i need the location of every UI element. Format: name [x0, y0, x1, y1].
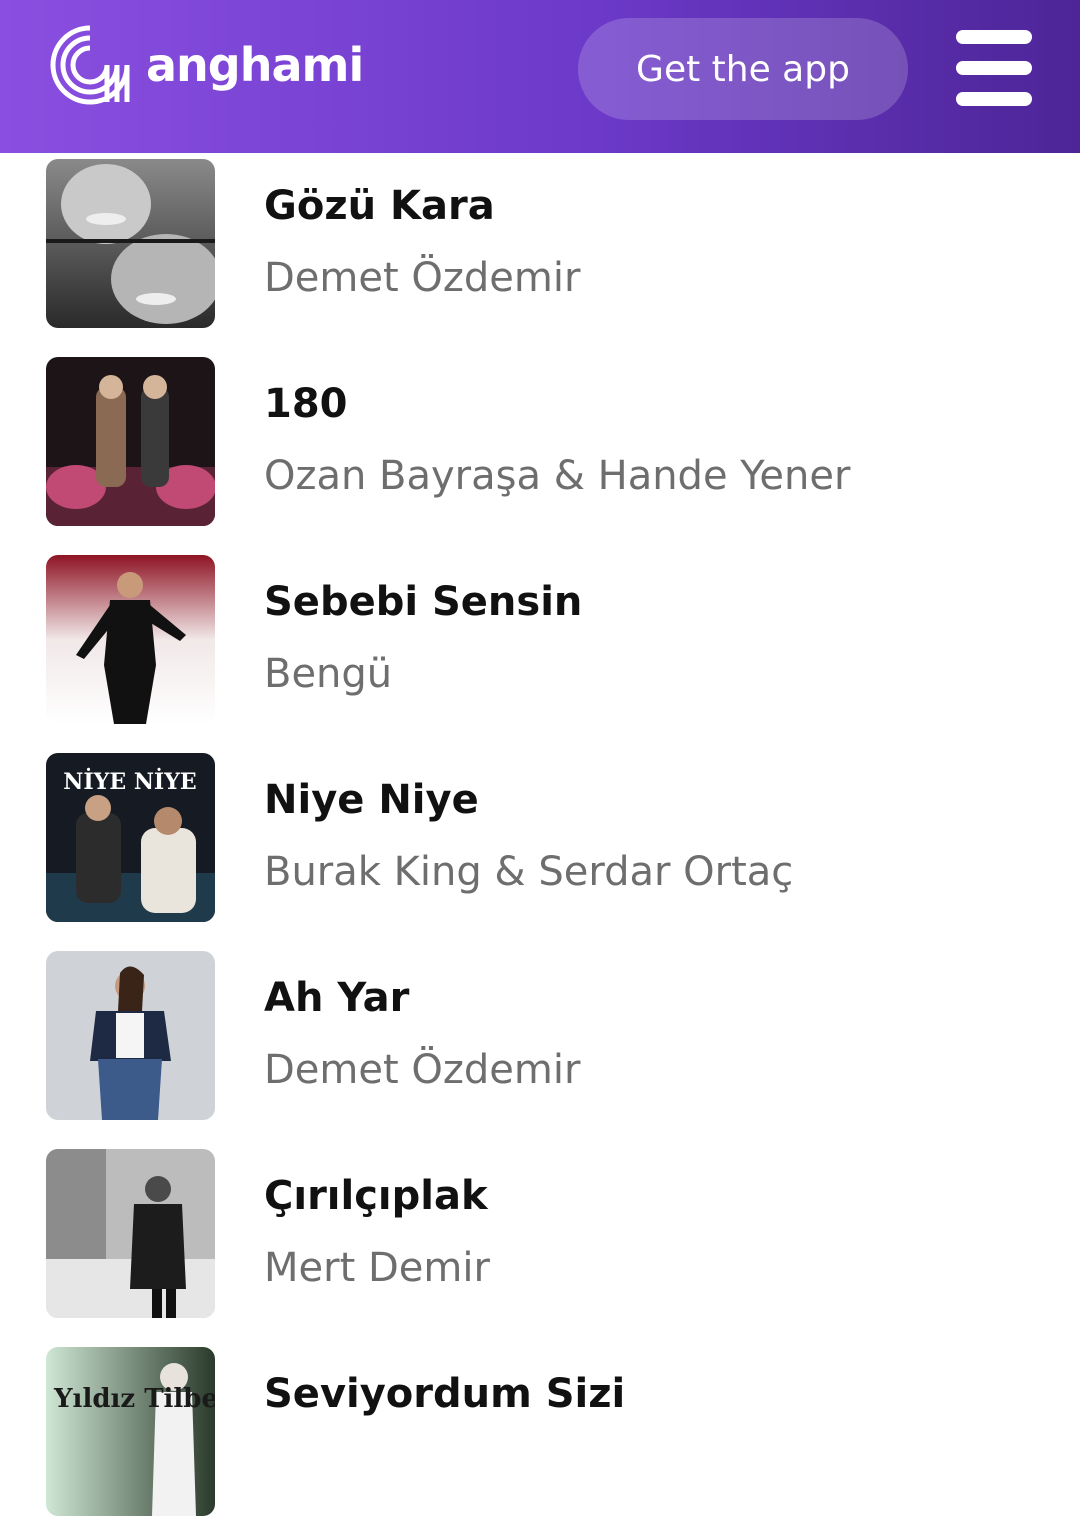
- song-title[interactable]: Ah Yar: [264, 975, 409, 1021]
- song-title[interactable]: Gözü Kara: [264, 183, 495, 229]
- album-cover: [46, 951, 215, 1120]
- song-title[interactable]: Seviyordum Sizi: [264, 1371, 625, 1417]
- song-row[interactable]: Gözü Kara Demet Özdemir: [0, 153, 1080, 351]
- song-title[interactable]: Niye Niye: [264, 777, 479, 823]
- anghami-logo-icon: [50, 25, 130, 105]
- song-row[interactable]: Ah Yar Demet Özdemir: [0, 945, 1080, 1143]
- song-artist[interactable]: Bengü: [264, 651, 392, 697]
- cover-text: Yıldız Tilbe: [53, 1384, 215, 1414]
- song-row[interactable]: Çırılçıplak Mert Demir: [0, 1143, 1080, 1341]
- hamburger-menu-icon[interactable]: [956, 30, 1032, 106]
- song-row[interactable]: Yıldız Tilbe Seviyordum Sizi: [0, 1341, 1080, 1539]
- album-cover: [46, 555, 215, 724]
- album-cover: [46, 159, 215, 328]
- song-row[interactable]: Sebebi Sensin Bengü: [0, 549, 1080, 747]
- brand-name: anghami: [146, 38, 364, 92]
- cover-text: NİYE NİYE: [63, 767, 196, 795]
- album-cover: Yıldız Tilbe: [46, 1347, 215, 1516]
- album-cover: [46, 1149, 215, 1318]
- album-cover: [46, 357, 215, 526]
- anghami-logo[interactable]: anghami: [46, 22, 364, 108]
- song-row[interactable]: 180 Ozan Bayraşa & Hande Yener: [0, 351, 1080, 549]
- song-title[interactable]: 180: [264, 381, 348, 427]
- song-artist[interactable]: Ozan Bayraşa & Hande Yener: [264, 453, 850, 499]
- song-row[interactable]: NİYE NİYE Niye Niye Burak King & Serdar …: [0, 747, 1080, 945]
- song-artist[interactable]: Demet Özdemir: [264, 1047, 580, 1093]
- song-title[interactable]: Sebebi Sensin: [264, 579, 582, 625]
- song-artist[interactable]: Mert Demir: [264, 1245, 490, 1291]
- song-artist[interactable]: Burak King & Serdar Ortaç: [264, 849, 793, 895]
- song-artist[interactable]: Demet Özdemir: [264, 255, 580, 301]
- song-title[interactable]: Çırılçıplak: [264, 1173, 488, 1219]
- get-the-app-button[interactable]: Get the app: [578, 18, 908, 120]
- album-cover: NİYE NİYE: [46, 753, 215, 922]
- top-app-bar: anghami Get the app: [0, 0, 1080, 153]
